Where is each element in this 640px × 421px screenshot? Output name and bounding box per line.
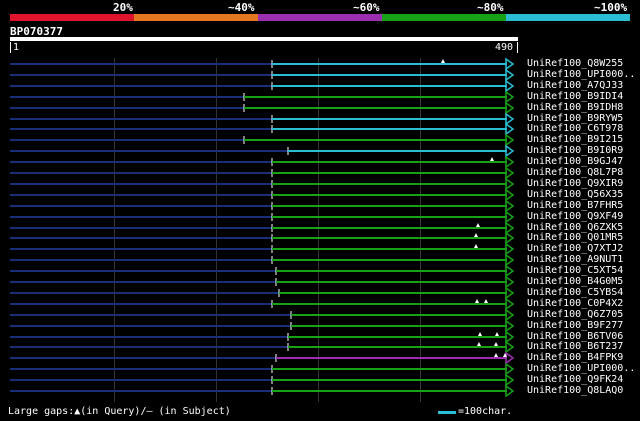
hit-id-link[interactable]: UniRef100_B9F277 (527, 320, 623, 331)
hit-id-link[interactable]: UniRef100_Q9XIR9 (527, 178, 623, 189)
gap-legend-text: Large gaps:▲(in Query)/– (in Subject) (8, 406, 231, 417)
scale-key-bar (438, 411, 456, 414)
hit-id-link[interactable]: UniRef100_Q8L7P8 (527, 167, 623, 178)
hit-id-link[interactable]: UniRef100_B9IDH8 (527, 102, 623, 113)
hit-id-link[interactable]: UniRef100_B6T237 (527, 341, 623, 352)
hit-id-link[interactable]: UniRef100_Q6Z705 (527, 309, 623, 320)
hit-id-link[interactable]: UniRef100_B4G0M5 (527, 276, 623, 287)
hit-id-link[interactable]: UniRef100_C5YBS4 (527, 287, 623, 298)
hit-id-link[interactable]: UniRef100_UPI000.. (527, 69, 635, 80)
hit-id-link[interactable]: UniRef100_Q8LAQ0 (527, 385, 623, 396)
hit-id-link[interactable]: UniRef100_A9NUT1 (527, 254, 623, 265)
scale-key-text: =100char. (458, 406, 513, 417)
hit-id-link[interactable]: UniRef100_Q8W255 (527, 58, 623, 69)
hit-id-link[interactable]: UniRef100_C5XT54 (527, 265, 623, 276)
hit-id-link[interactable]: UniRef100_B9GJ47 (527, 156, 623, 167)
hit-id-link[interactable]: UniRef100_B4FPK9 (527, 352, 623, 363)
hit-id-link[interactable]: UniRef100_B7FHR5 (527, 200, 623, 211)
blast-alignment-viewer: 20% ~40% ~60% ~80% ~100% BP070377 1 490 … (0, 0, 640, 421)
hit-id-link[interactable]: UniRef100_A7QJ33 (527, 80, 623, 91)
hit-id-link[interactable]: UniRef100_B9I0R9 (527, 145, 623, 156)
hit-id-link[interactable]: UniRef100_Q56X35 (527, 189, 623, 200)
hit-id-link[interactable]: UniRef100_Q9FK24 (527, 374, 623, 385)
hit-id-link[interactable]: UniRef100_Q01MR5 (527, 232, 623, 243)
hit-id-link[interactable]: UniRef100_Q9XF49 (527, 211, 623, 222)
hit-row: UniRef100_Q8LAQ0 (0, 385, 640, 397)
hit-id-link[interactable]: UniRef100_C6T978 (527, 123, 623, 134)
hit-id-link[interactable]: UniRef100_B9IDI4 (527, 91, 623, 102)
hit-id-link[interactable]: UniRef100_B9I215 (527, 134, 623, 145)
hit-id-link[interactable]: UniRef100_C0P4X2 (527, 298, 623, 309)
hit-id-link[interactable]: UniRef100_Q7XTJ2 (527, 243, 623, 254)
hit-id-link[interactable]: UniRef100_UPI000.. (527, 363, 635, 374)
